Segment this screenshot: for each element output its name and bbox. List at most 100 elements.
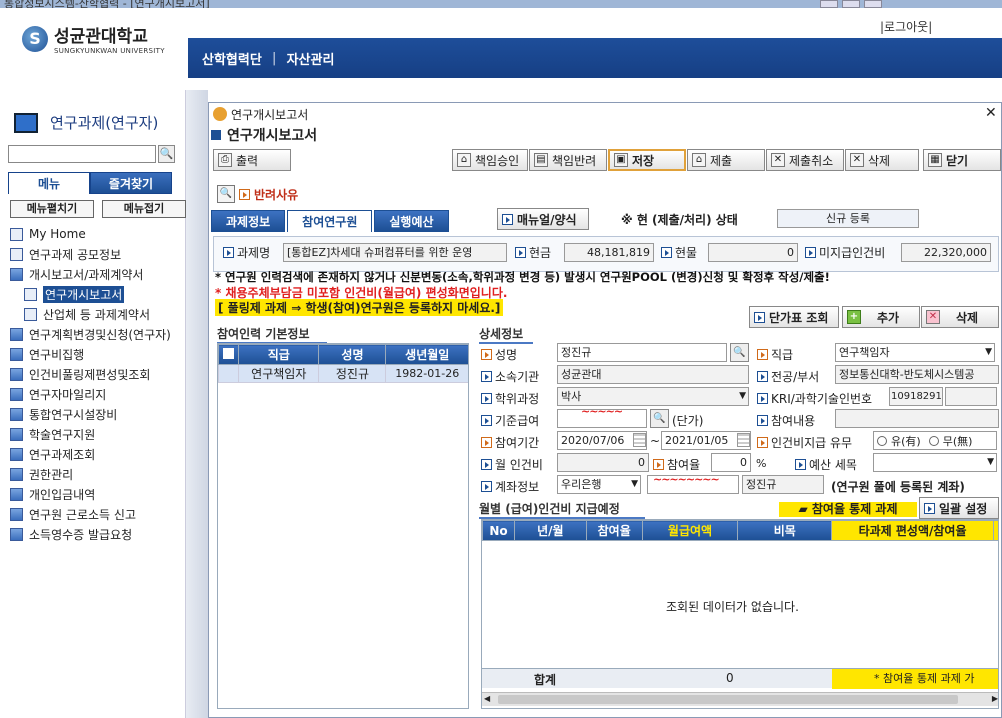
nav-item-industry[interactable]: 산학협력단: [202, 49, 262, 68]
budget-select[interactable]: ▼: [873, 453, 997, 472]
name-field[interactable]: 정진규: [557, 343, 727, 362]
major-field: 정보통신대학-반도체시스템공: [835, 365, 999, 384]
sidebar-item[interactable]: 인건비풀링제편성및조회: [10, 364, 186, 384]
bank-select[interactable]: 우리은행 ▼: [557, 475, 641, 494]
arrow-icon: [481, 415, 492, 426]
horizontal-scrollbar[interactable]: ◀ ▶: [482, 692, 998, 706]
sidebar-item[interactable]: 연구비집행: [10, 344, 186, 364]
salary-label-text: 기준급여: [495, 414, 540, 428]
cancel-submit-button[interactable]: ✕ 제출취소: [766, 149, 844, 171]
reject-label: 책임반려: [552, 153, 597, 168]
sidebar-item[interactable]: 연구개시보고서: [10, 284, 186, 304]
select-all-checkbox[interactable]: [218, 344, 240, 365]
logout-link[interactable]: |로그아웃|: [880, 18, 932, 35]
sidebar-item[interactable]: 소득영수증 발급요청: [10, 524, 186, 544]
remove-row-button[interactable]: ✕ 삭제: [921, 306, 999, 328]
approve-button[interactable]: ⌂ 책임승인: [452, 149, 528, 171]
scroll-right-icon[interactable]: ▶: [992, 694, 998, 703]
radio-no[interactable]: [928, 435, 939, 446]
arrow-icon: [481, 349, 492, 360]
radio-yes[interactable]: [877, 435, 887, 446]
sidebar-search-input[interactable]: [8, 145, 156, 163]
rate-field[interactable]: 0: [711, 453, 751, 472]
sidebar-item[interactable]: 개시보고서/과제계약서: [10, 264, 186, 284]
salary-unit: (단가): [672, 414, 704, 428]
collapse-menu-button[interactable]: 메뉴접기: [102, 200, 186, 218]
monitor-icon: [14, 112, 38, 133]
calendar-icon[interactable]: [633, 433, 646, 447]
nav-item-asset[interactable]: 자산관리: [287, 49, 335, 68]
chevron-down-icon: ▼: [985, 347, 992, 357]
scroll-left-icon[interactable]: ◀: [484, 694, 490, 703]
scrollbar-thumb[interactable]: [498, 695, 958, 704]
tab-favorites[interactable]: 즐겨찾기: [90, 172, 172, 194]
cash-label: 현금: [515, 244, 551, 261]
sidebar-item[interactable]: 연구자마일리지: [10, 384, 186, 404]
arrow-icon: [757, 415, 768, 426]
search-icon[interactable]: 🔍: [650, 409, 669, 428]
sidebar-item[interactable]: 개인입금내역: [10, 484, 186, 504]
rank-select[interactable]: 연구책임자 ▼: [835, 343, 995, 362]
manual-button[interactable]: 매뉴얼/양식: [497, 208, 589, 230]
add-button[interactable]: + 추가: [842, 306, 920, 328]
arrow-icon: [502, 213, 513, 225]
print-button[interactable]: ⎙ 출력: [213, 149, 291, 171]
magnifier-icon[interactable]: 🔍: [217, 185, 235, 203]
sidebar-item[interactable]: 연구과제 공모정보: [10, 244, 186, 264]
pay-label-text: 인건비지급 유무: [771, 436, 853, 450]
tab-researchers[interactable]: 참여연구원: [287, 210, 373, 232]
sidebar-item[interactable]: 권한관리: [10, 464, 186, 484]
add-label: 추가: [877, 310, 900, 325]
arrow-icon: [924, 502, 935, 514]
folder-icon: [10, 327, 23, 341]
submit-button[interactable]: ⌂ 제출: [687, 149, 765, 171]
tab-project-info[interactable]: 과제정보: [211, 210, 286, 232]
budget-label-text: 예산 세목: [809, 458, 857, 472]
sidebar-item-label: 인건비풀링제편성및조회: [29, 367, 151, 382]
close-window-button[interactable]: [864, 0, 882, 8]
tab-menu[interactable]: 메뉴: [8, 172, 90, 194]
sidebar-item[interactable]: 통합연구시설장비: [10, 404, 186, 424]
close-icon[interactable]: ✕: [985, 105, 997, 121]
table-row[interactable]: 연구책임자 정진규 1982-01-26: [218, 364, 468, 383]
col-yearmonth: 년/월: [513, 520, 587, 541]
search-icon[interactable]: 🔍: [158, 145, 175, 163]
col-rate: 참여율: [585, 520, 643, 541]
row-checkbox[interactable]: [218, 364, 240, 383]
batch-setting-button[interactable]: 일괄 설정: [919, 497, 999, 519]
sidebar-item[interactable]: 연구과제조회: [10, 444, 186, 464]
calendar-icon[interactable]: [737, 433, 750, 447]
maximize-button[interactable]: [842, 0, 860, 8]
degree-select[interactable]: 박사 ▼: [557, 387, 749, 406]
participation-field[interactable]: [835, 409, 999, 428]
cash-field: 48,181,819: [564, 243, 654, 262]
print-label: 출력: [236, 153, 259, 168]
dialog-titlebar: 연구개시보고서: [209, 103, 1002, 125]
submit-label: 제출: [710, 153, 733, 168]
sidebar-item[interactable]: 연구계획변경및신청(연구자): [10, 324, 186, 344]
reject-button[interactable]: ▤ 책임반려: [529, 149, 607, 171]
delete-button[interactable]: ✕ 삭제: [845, 149, 919, 171]
monthly-schedule-title: 월별 (급여)인건비 지급예정: [479, 500, 645, 519]
sidebar-item[interactable]: 산업체 등 과제계약서: [10, 304, 186, 324]
search-icon[interactable]: 🔍: [730, 343, 749, 362]
project-name-label: 과제명: [223, 244, 270, 261]
arrow-icon: [661, 247, 672, 258]
sidebar-item[interactable]: My Home: [10, 224, 186, 244]
arrow-icon: [481, 437, 492, 448]
close-doc-icon: ▦: [928, 153, 942, 167]
rate-control-button[interactable]: ▰ 참여율 통제 과제: [779, 502, 917, 517]
control-icon: ▰: [798, 502, 812, 516]
unit-price-button[interactable]: 단가표 조회: [749, 306, 839, 328]
close-button[interactable]: ▦ 닫기: [923, 149, 1001, 171]
folder-icon: [10, 427, 23, 441]
save-button[interactable]: ▣ 저장: [608, 149, 686, 171]
minimize-button[interactable]: [820, 0, 838, 8]
tab-budget[interactable]: 실행예산: [374, 210, 449, 232]
sidebar-item[interactable]: 연구원 근로소득 신고: [10, 504, 186, 524]
sidebar-item[interactable]: 학술연구지원: [10, 424, 186, 444]
expand-menu-button[interactable]: 메뉴펼치기: [10, 200, 94, 218]
panel-splitter[interactable]: [186, 90, 208, 718]
arrow-icon: [754, 311, 765, 323]
monthly-grid: No 년/월 참여율 월급여액 비목 타과제 편성액/참여율 참 조회된 데이터…: [481, 519, 999, 709]
